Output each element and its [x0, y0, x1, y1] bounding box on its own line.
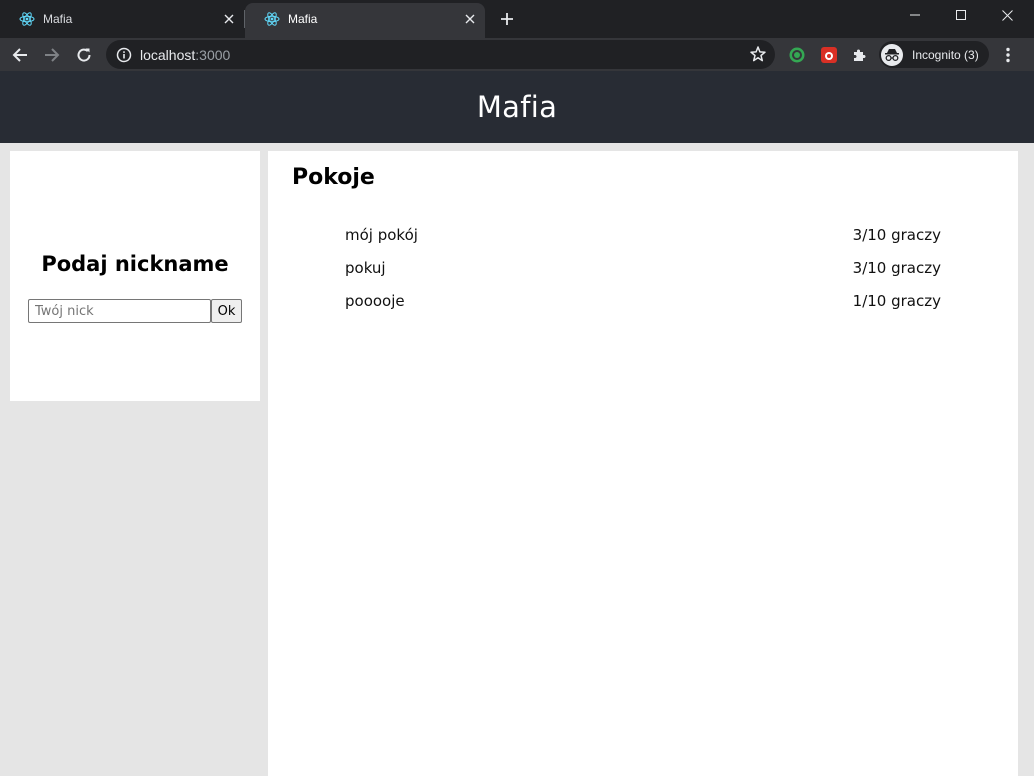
nickname-heading: Podaj nickname [41, 252, 229, 276]
app-header: Mafia [0, 71, 1034, 143]
app-title: Mafia [476, 90, 558, 124]
page-viewport: Mafia Podaj nickname Ok Pokoje mój pokój… [0, 71, 1034, 776]
room-name: mój pokój [345, 225, 418, 244]
rooms-heading: Pokoje [292, 165, 375, 190]
room-player-count: 3/10 graczy [852, 225, 941, 244]
nickname-form: Ok [28, 299, 242, 323]
browser-tab-2-active[interactable]: Mafia [245, 3, 485, 38]
back-icon[interactable] [7, 42, 33, 68]
url-port: :3000 [195, 46, 231, 63]
browser-tab-strip: Mafia Mafia [0, 0, 1034, 38]
incognito-profile-button[interactable]: Incognito (3) [879, 41, 989, 68]
info-icon[interactable] [116, 47, 132, 63]
maximize-icon[interactable] [938, 0, 984, 30]
tab-title: Mafia [43, 12, 73, 26]
minimize-icon[interactable] [892, 0, 938, 30]
kebab-menu-icon[interactable] [995, 42, 1021, 68]
new-tab-plus-icon[interactable] [497, 9, 517, 29]
nickname-panel: Podaj nickname Ok [10, 151, 260, 401]
room-player-count: 3/10 graczy [852, 258, 941, 277]
star-icon[interactable] [749, 45, 767, 63]
room-item[interactable]: pokuj 3/10 graczy [345, 251, 941, 284]
ok-button[interactable]: Ok [211, 299, 242, 323]
room-player-count: 1/10 graczy [852, 291, 941, 310]
react-icon [19, 11, 35, 27]
close-window-icon[interactable] [984, 0, 1030, 30]
nickname-input[interactable] [28, 299, 211, 323]
room-name: pokuj [345, 258, 386, 277]
page-scrollbar[interactable] [1018, 143, 1034, 776]
extension-target-icon[interactable] [784, 42, 810, 68]
address-bar[interactable]: localhost:3000 [106, 40, 775, 69]
extension-red-icon[interactable] [816, 42, 842, 68]
forward-icon[interactable] [39, 42, 65, 68]
tab-title: Mafia [288, 12, 318, 26]
react-icon [264, 11, 280, 27]
url-host: localhost [140, 46, 196, 63]
close-tab-icon[interactable] [220, 10, 238, 28]
puzzle-icon[interactable] [847, 42, 873, 68]
close-tab-icon[interactable] [461, 10, 479, 28]
browser-toolbar: localhost:3000 Incognito (3) [0, 38, 1034, 71]
room-name: pooooje [345, 291, 405, 310]
room-list: mój pokój 3/10 graczy pokuj 3/10 graczy … [345, 218, 941, 317]
profile-label: Incognito (3) [912, 47, 979, 62]
incognito-icon [881, 43, 903, 66]
browser-tab-1[interactable]: Mafia [0, 3, 244, 35]
room-item[interactable]: mój pokój 3/10 graczy [345, 218, 941, 251]
room-item[interactable]: pooooje 1/10 graczy [345, 284, 941, 317]
reload-icon[interactable] [71, 42, 97, 68]
rooms-panel: Pokoje mój pokój 3/10 graczy pokuj 3/10 … [268, 151, 1018, 776]
